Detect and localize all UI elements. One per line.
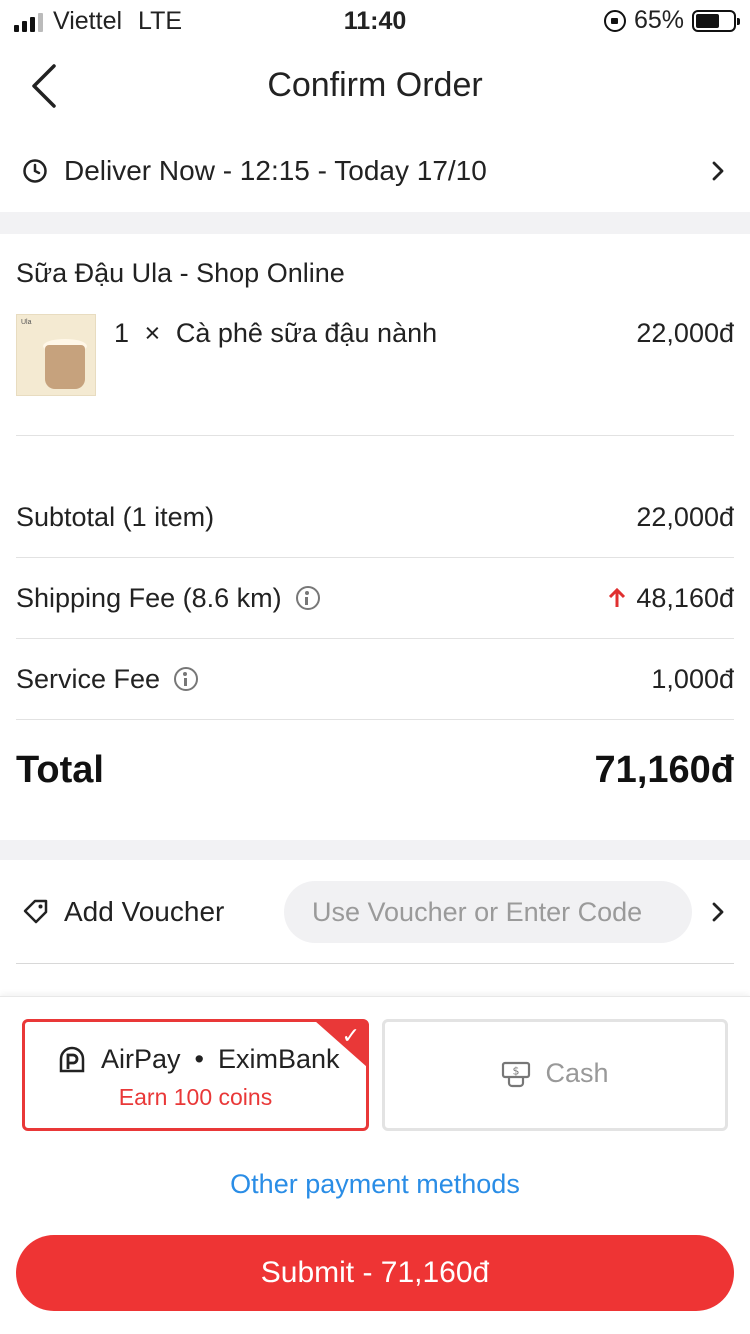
divider	[16, 435, 734, 436]
voucher-tag-icon	[23, 899, 48, 924]
item-thumbnail: Ula	[16, 314, 96, 396]
voucher-row: Add Voucher	[22, 880, 734, 944]
cash-label: Cash	[545, 1058, 609, 1088]
payment-sheet: ✓ AirPay • EximBank Earn 100 coins $ Cas…	[0, 996, 750, 1334]
payment-option-cash[interactable]: $ Cash	[382, 1019, 728, 1131]
chevron-right-icon	[712, 161, 724, 181]
clock-icon	[23, 159, 47, 183]
divider	[16, 719, 734, 720]
battery-percent: 65%	[633, 6, 684, 34]
section-divider	[0, 212, 750, 234]
payment-option-airpay[interactable]: ✓ AirPay • EximBank Earn 100 coins	[22, 1019, 369, 1131]
airpay-logo-icon	[59, 1046, 85, 1072]
info-icon[interactable]	[295, 586, 320, 610]
divider	[16, 963, 734, 964]
section-divider	[0, 840, 750, 860]
order-item: Ula 1 × Cà phê sữa đậu nành 22,000đ	[16, 314, 734, 396]
service-fee-row: Service Fee 1,000đ	[16, 639, 734, 719]
service-fee-value: 1,000đ	[651, 663, 734, 694]
total-label: Total	[16, 748, 104, 791]
voucher-label: Add Voucher	[64, 896, 225, 927]
delivery-time-row[interactable]: Deliver Now - 12:15 - Today 17/10	[0, 132, 750, 210]
page-header: Confirm Order	[0, 42, 750, 132]
chevron-right-icon[interactable]	[708, 899, 728, 925]
submit-order-button[interactable]: Submit - 71,160đ	[16, 1235, 734, 1311]
cash-title: $ Cash	[385, 1058, 725, 1089]
cash-icon: $	[502, 1061, 531, 1087]
checkmark-icon: ✓	[341, 1023, 360, 1048]
info-icon[interactable]	[174, 667, 199, 691]
shipping-fee-value: 48,160đ	[636, 582, 734, 613]
total-row: Total 71,160đ	[16, 730, 734, 810]
thumbnail-logo-icon: Ula	[21, 319, 32, 326]
delivery-text: Deliver Now - 12:15 - Today 17/10	[64, 155, 487, 186]
status-bar: Viettel LTE 11:40 65%	[0, 0, 750, 42]
airpay-bank: EximBank	[217, 1044, 340, 1074]
item-name: Cà phê sữa đậu nành	[175, 318, 438, 348]
shipping-fee-row: Shipping Fee (8.6 km) 48,160đ	[16, 558, 734, 638]
rotation-lock-icon	[603, 9, 626, 32]
battery-icon	[692, 9, 740, 32]
service-fee-label: Service Fee	[16, 663, 161, 694]
airpay-title: AirPay • EximBank	[57, 1044, 340, 1075]
airpay-reward-note: Earn 100 coins	[118, 1084, 273, 1110]
item-price: 22,000đ	[636, 318, 734, 348]
airpay-name: AirPay	[101, 1044, 181, 1074]
status-right: 65%	[603, 6, 740, 35]
shipping-fee-label: Shipping Fee (8.6 km)	[16, 582, 282, 613]
airpay-separator: •	[194, 1044, 204, 1074]
voucher-code-input[interactable]	[284, 881, 692, 943]
total-value: 71,160đ	[594, 748, 734, 791]
subtotal-label: Subtotal (1 item)	[16, 501, 215, 532]
shop-name: Sữa Đậu Ula - Shop Online	[16, 258, 345, 288]
other-payment-methods-link[interactable]: Other payment methods	[0, 1169, 750, 1200]
page-title: Confirm Order	[267, 66, 483, 104]
subtotal-value: 22,000đ	[636, 501, 734, 532]
price-up-arrow-icon	[609, 587, 626, 607]
svg-text:$: $	[513, 1064, 520, 1077]
item-name-line: 1 × Cà phê sữa đậu nành	[114, 318, 437, 349]
item-times: ×	[144, 318, 161, 348]
subtotal-row: Subtotal (1 item) 22,000đ	[16, 477, 734, 557]
item-qty: 1	[114, 318, 130, 348]
